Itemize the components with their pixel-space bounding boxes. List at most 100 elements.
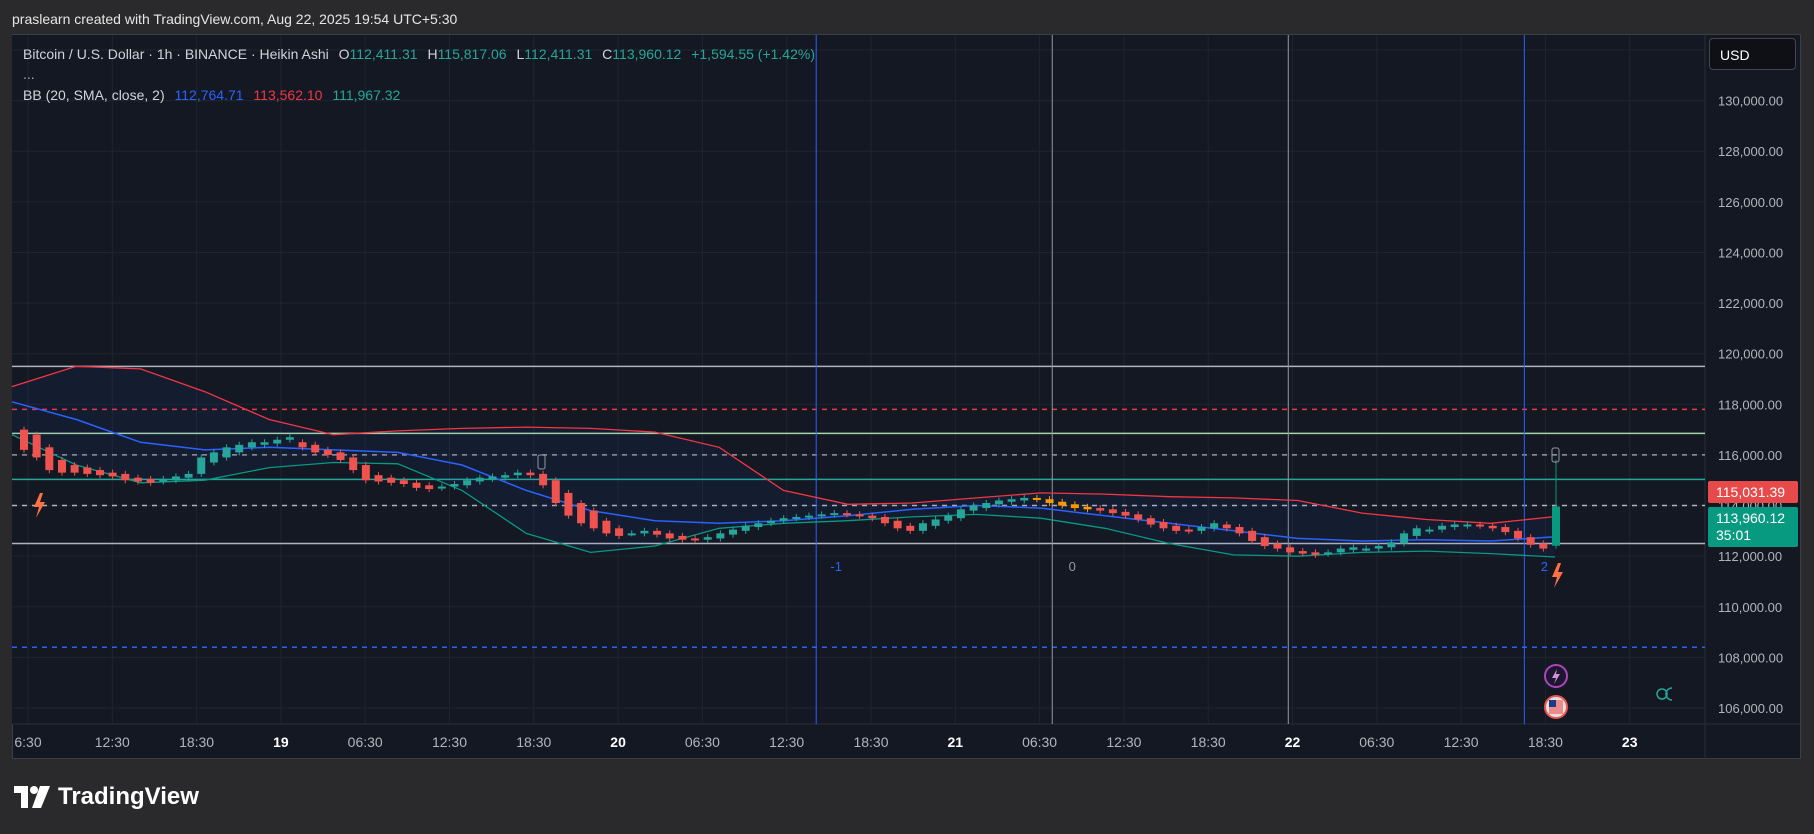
candle-body	[171, 476, 180, 481]
candle-body	[1349, 547, 1358, 550]
vertical-marker-label: -1	[830, 559, 842, 574]
open-value: 112,411.31	[349, 46, 418, 62]
time-tick-label: 18:30	[853, 734, 888, 750]
candle-body	[95, 470, 104, 476]
candle-body	[804, 515, 813, 518]
candle-body	[273, 439, 282, 444]
candle-body	[412, 482, 421, 488]
candle-body	[931, 519, 940, 526]
time-tick-label: 12:30	[1444, 734, 1479, 750]
candle-body	[1374, 546, 1383, 549]
price-tick-label: 106,000.00	[1718, 701, 1783, 716]
bar-countdown: 35:01	[1716, 527, 1752, 543]
candle-body	[1463, 524, 1472, 527]
symbol-title[interactable]: Bitcoin / U.S. Dollar · 1h · BINANCE · H…	[23, 46, 329, 62]
time-tick-label: 12:30	[95, 734, 130, 750]
price-axis: 106,000.00 108,000.00 110,000.00 112,000.00…	[1718, 43, 1783, 716]
candle-body	[133, 477, 142, 482]
candle-body	[1235, 527, 1244, 534]
candle-body	[1488, 525, 1497, 529]
candle-body	[323, 449, 332, 455]
time-tick-label: 20	[610, 734, 626, 750]
candle-body	[1400, 533, 1409, 544]
candle-body	[298, 442, 307, 448]
candle-body	[665, 533, 674, 539]
candle-body	[1450, 524, 1459, 528]
time-tick-label: 06:30	[685, 734, 720, 750]
candle-body	[1172, 525, 1181, 531]
symbol-legend[interactable]: Bitcoin / U.S. Dollar · 1h · BINANCE · H…	[23, 46, 815, 62]
candle-body	[1552, 506, 1560, 546]
price-tick-label: 110,000.00	[1718, 600, 1782, 615]
time-tick-label: 06:30	[348, 734, 383, 750]
time-tick-label: 12:30	[1106, 734, 1141, 750]
candle-body	[589, 510, 598, 529]
candle-body	[1108, 509, 1117, 514]
candle-body	[767, 520, 776, 524]
time-tick-label: 19	[273, 734, 289, 750]
candle-body	[1197, 527, 1206, 531]
candle-body	[83, 467, 92, 474]
candle-body	[577, 503, 586, 524]
candle-body	[146, 478, 155, 483]
candle-body	[1222, 524, 1231, 529]
bb-label[interactable]: BB (20, SMA, close, 2)	[23, 87, 165, 103]
candle-body	[260, 442, 269, 445]
candle-body	[1539, 543, 1548, 549]
bb-lower-value: 111,967.32	[332, 87, 401, 103]
close-label: C	[602, 46, 613, 62]
candle-body	[539, 473, 548, 486]
candle-body	[20, 429, 28, 450]
candle-body	[475, 477, 484, 482]
price-tick-label: 122,000.00	[1718, 296, 1783, 311]
price-tick-label: 116,000.00	[1718, 448, 1782, 463]
candle-body	[526, 472, 535, 476]
candle-body	[1260, 537, 1269, 547]
tradingview-logo[interactable]: TradingView	[14, 783, 199, 811]
low-value: 112,411.31	[524, 46, 593, 62]
candle-body	[1070, 504, 1079, 509]
tradingview-logo-icon	[14, 786, 50, 808]
candle-body	[463, 480, 472, 486]
candle-body	[982, 503, 991, 509]
candle-body	[1146, 518, 1155, 525]
candle-body	[1501, 527, 1510, 533]
candle-body	[956, 509, 965, 519]
chart-canvas[interactable]: -1 0 2 106,000.00 108,000.00 110,000.00 112,0…	[0, 0, 1814, 834]
candle-body	[729, 529, 738, 535]
time-tick-label: 18:30	[516, 734, 551, 750]
candle-body	[716, 533, 725, 539]
candle-body	[437, 486, 446, 489]
candle-body	[754, 523, 763, 528]
candle-body	[627, 533, 636, 536]
candle-body	[1526, 537, 1535, 545]
candle-body	[842, 513, 851, 516]
candle-body	[108, 472, 117, 477]
candle-body	[1121, 511, 1130, 516]
candle-body	[564, 492, 573, 516]
currency-button[interactable]: USD	[1709, 38, 1796, 70]
candle-body	[1298, 551, 1307, 554]
bb-basis-value: 112,764.71	[174, 87, 244, 103]
last-price-value: 113,960.12	[1716, 510, 1786, 526]
candle-body	[893, 520, 902, 529]
candle-body	[1324, 552, 1333, 555]
candle-body	[311, 444, 320, 453]
bb-upper-value: 113,562.10	[253, 87, 323, 103]
candle-body	[1387, 542, 1396, 548]
candle-body	[45, 447, 54, 471]
candle-body	[1058, 501, 1067, 506]
legend-more-button[interactable]: ...	[23, 66, 35, 82]
price-tick-label: 112,000.00	[1718, 549, 1782, 564]
candle-body	[615, 528, 624, 536]
time-axis: 6:30 12:30 18:30 19 06:30 12:30 18:30 20 06:30 12…	[14, 734, 1637, 750]
candle-body	[1248, 530, 1257, 541]
vertical-marker-label: 2	[1541, 559, 1548, 574]
candle-body	[1438, 525, 1447, 530]
candle-body	[387, 477, 396, 483]
change-value: +1,594.55 (+1.42%)	[691, 46, 815, 62]
bb-legend[interactable]: BB (20, SMA, close, 2) 112,764.71 113,56…	[23, 87, 400, 103]
candle-body	[1273, 543, 1282, 549]
candle-body	[57, 459, 66, 473]
close-value: 113,960.12	[612, 46, 682, 62]
